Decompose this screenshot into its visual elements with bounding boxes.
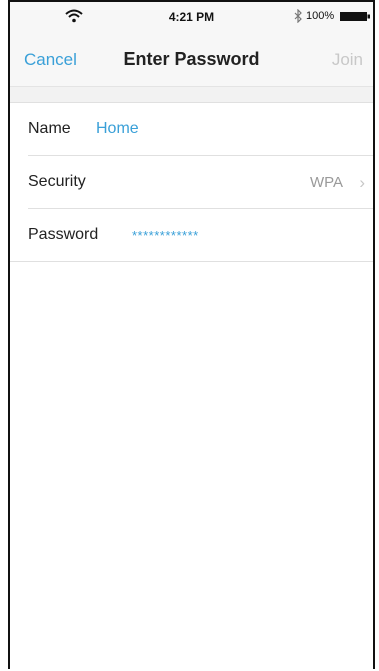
name-label: Name: [28, 120, 71, 137]
join-button[interactable]: Join: [332, 50, 363, 70]
battery-icon: [340, 12, 370, 21]
battery-percentage: 100%: [306, 10, 335, 22]
network-form: Name Home Security WPA › Password ******…: [10, 102, 373, 262]
page-title: Enter Password: [123, 49, 260, 69]
network-name-value: Home: [96, 120, 139, 137]
status-bar: 4:21 PM 100%: [10, 2, 373, 36]
name-row: Name Home: [28, 103, 373, 156]
phone-screen: 4:21 PM 100% Cancel Enter Password Join …: [8, 0, 375, 669]
security-label: Security: [28, 173, 86, 190]
password-field[interactable]: ************: [132, 228, 199, 243]
password-label: Password: [28, 226, 99, 243]
navigation-bar: Cancel Enter Password Join: [10, 36, 373, 87]
section-spacer: [10, 87, 373, 102]
security-value: WPA: [309, 174, 343, 191]
password-row: Password ************: [10, 209, 373, 262]
security-row[interactable]: Security WPA ›: [28, 156, 373, 209]
bluetooth-icon: [294, 9, 302, 23]
chevron-right-icon: ›: [359, 173, 365, 192]
